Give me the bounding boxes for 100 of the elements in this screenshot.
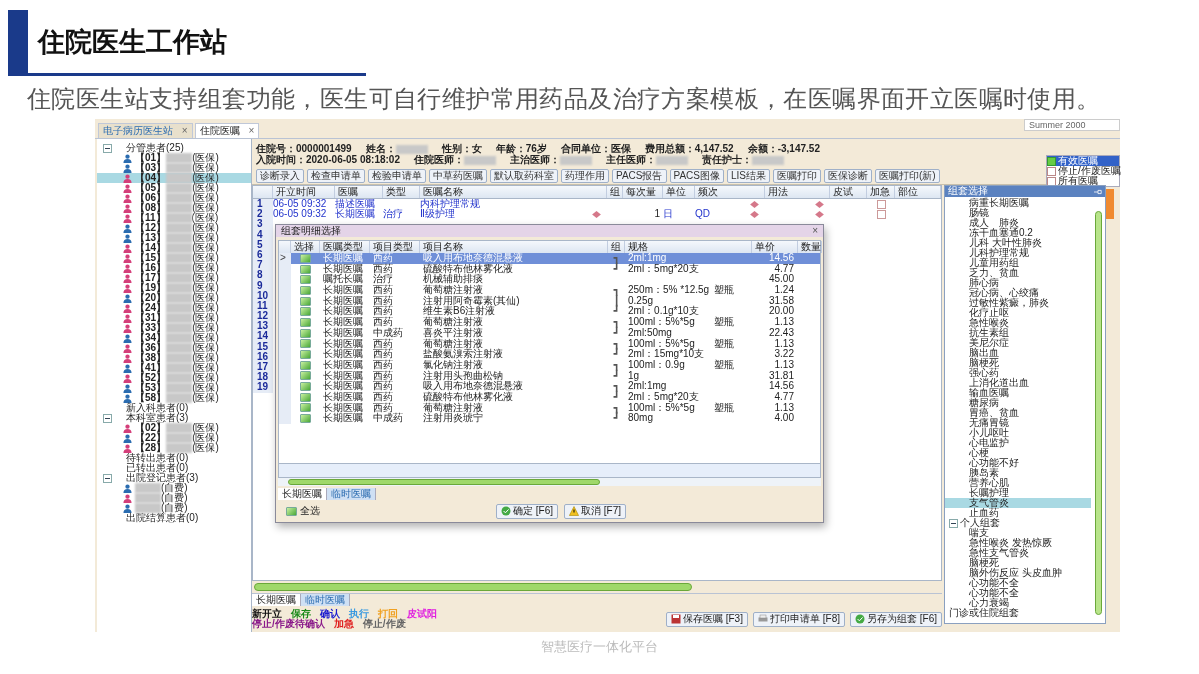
column-header[interactable]: 每次量	[623, 186, 663, 198]
select-all-checkbox[interactable]: 全选	[286, 504, 496, 518]
template-item[interactable]: 强心药	[945, 368, 1091, 378]
patient-item[interactable]: 【01】 (医保)	[97, 153, 251, 163]
tree-group-label[interactable]: 出院登记患者(3)	[126, 473, 199, 483]
patient-item[interactable]: (自费)	[97, 503, 251, 513]
checkbox[interactable]	[300, 328, 311, 338]
template-item[interactable]: 支气管炎	[945, 498, 1091, 508]
template-item[interactable]: 小儿呕吐	[945, 428, 1091, 438]
patient-item[interactable]: 【33】 (医保)	[97, 323, 251, 333]
column-header[interactable]: 部位	[895, 186, 941, 198]
template-item[interactable]: 糖尿病	[945, 398, 1091, 408]
template-item[interactable]: 儿科护理常规	[945, 248, 1091, 258]
toolbar-button[interactable]: PACS图像	[669, 169, 724, 183]
dialog-button[interactable]: 确定 [F6]	[496, 503, 558, 519]
action-button[interactable]: 另存为组套 [F6]	[850, 611, 942, 627]
checkbox[interactable]	[300, 350, 311, 360]
checkbox[interactable]	[1047, 166, 1056, 176]
patient-item[interactable]: 【16】 (医保)	[97, 263, 251, 273]
tab[interactable]: 长期医嘱	[252, 594, 301, 606]
patient-item[interactable]: 【05】 (医保)	[97, 183, 251, 193]
template-item[interactable]: 止血药	[945, 508, 1091, 518]
toolbar-button[interactable]: 医嘱打印(新)	[875, 169, 940, 183]
patient-item[interactable]: 【31】 (医保)	[97, 313, 251, 323]
patient-item[interactable]: 【04】 (医保)	[97, 173, 251, 183]
toolbar-button[interactable]: 医嘱打印	[773, 169, 821, 183]
toolbar-button[interactable]: 检验申请单	[368, 169, 426, 183]
theme-field[interactable]: Summer 2000	[1024, 119, 1120, 131]
column-header[interactable]: 频次	[695, 186, 765, 198]
collapse-icon[interactable]	[103, 413, 112, 423]
column-header[interactable]: 类型	[383, 186, 420, 198]
table-row[interactable]: 长期医嘱 西药 硫酸特布他林雾化液 ┛ 2ml：5mg*20支 4.77	[279, 263, 820, 275]
tab[interactable]: 临时医嘱	[301, 594, 350, 606]
filter-option[interactable]: 有效医嘱	[1047, 156, 1119, 166]
checkbox[interactable]	[300, 317, 311, 327]
column-header[interactable]: 用法	[765, 186, 830, 198]
template-item[interactable]: 美尼尔症	[945, 338, 1091, 348]
checkbox[interactable]	[300, 339, 311, 349]
toolbar-button[interactable]: LIS结果	[727, 169, 770, 183]
patient-item[interactable]: 【11】 (医保)	[97, 213, 251, 223]
filter-option[interactable]: 停止/作废医嘱	[1047, 166, 1119, 176]
template-item[interactable]: 心功能不好	[945, 458, 1091, 468]
template-group[interactable]: 门诊或住院组套	[949, 608, 1019, 618]
patient-item[interactable]: 【12】 (医保)	[97, 223, 251, 233]
template-item[interactable]: 上消化道出血	[945, 378, 1091, 388]
checkbox[interactable]	[876, 199, 886, 209]
column-header[interactable]: 医嘱	[335, 186, 383, 198]
collapse-icon[interactable]	[949, 518, 958, 528]
template-item[interactable]: 心功能不全	[945, 578, 1091, 588]
tab[interactable]: 住院医嘱 ×	[194, 123, 260, 138]
checkbox[interactable]	[300, 403, 311, 413]
template-item[interactable]: 胰岛素	[945, 468, 1091, 478]
template-item[interactable]: 肠镜	[945, 208, 1091, 218]
checkbox[interactable]	[300, 296, 311, 306]
template-item[interactable]: 病重长期医嘱	[945, 198, 1091, 208]
toolbar-button[interactable]: 医保诊断	[824, 169, 872, 183]
checkbox[interactable]	[300, 371, 311, 381]
template-item[interactable]: 乏力、贫血	[945, 268, 1091, 278]
table-row[interactable]: 长期医嘱 中成药 喜炎平注射液 ┛ 2ml:50mg 22.43	[279, 327, 820, 339]
template-item[interactable]: 儿科 大叶性肺炎	[945, 238, 1091, 248]
patient-item[interactable]: 【03】 (医保)	[97, 163, 251, 173]
action-button[interactable]: 保存医嘱 [F3]	[665, 611, 748, 627]
scrollbar[interactable]	[254, 583, 692, 591]
tab[interactable]: 临时医嘱	[327, 488, 376, 500]
toolbar-button[interactable]: PACS报告	[612, 169, 667, 183]
template-item[interactable]: 过敏性紫癜，肺炎	[945, 298, 1091, 308]
patient-item[interactable]: 【41】 (医保)	[97, 363, 251, 373]
patient-item[interactable]: 【08】 (医保)	[97, 203, 251, 213]
collapse-icon[interactable]	[103, 473, 112, 483]
patient-item[interactable]: 【13】 (医保)	[97, 233, 251, 243]
template-item[interactable]: 化疗止呕	[945, 308, 1091, 318]
template-item[interactable]: 急性支气管炎	[945, 548, 1091, 558]
checkbox[interactable]	[300, 414, 311, 424]
tree-group-label[interactable]: 出院结算患者(0)	[126, 513, 199, 523]
template-item[interactable]: 长嘱护理	[945, 488, 1091, 498]
patient-item[interactable]: 【17】 (医保)	[97, 273, 251, 283]
tree-group-label[interactable]: 已转出患者(0)	[126, 463, 189, 473]
tab[interactable]: 长期医嘱	[278, 488, 327, 500]
template-item[interactable]: 喘支	[945, 528, 1091, 538]
template-item[interactable]: 心力衰竭	[945, 598, 1091, 608]
patient-item[interactable]: 【06】 (医保)	[97, 193, 251, 203]
column-header[interactable]: 开立时间	[273, 186, 335, 198]
toolbar-button[interactable]: 检查申请单	[307, 169, 365, 183]
checkbox[interactable]	[300, 275, 311, 285]
tree-group-label[interactable]: 待转出患者(0)	[126, 453, 189, 463]
column-header[interactable]: 医嘱名称	[420, 186, 607, 198]
toolbar-button[interactable]: 诊断录入	[256, 169, 304, 183]
checkbox[interactable]	[876, 209, 886, 219]
template-item[interactable]: 心功能不全	[945, 588, 1091, 598]
tree-group-label[interactable]: 分管患者(25)	[126, 143, 184, 153]
checkbox[interactable]	[300, 285, 311, 295]
checkbox[interactable]	[300, 392, 311, 402]
patient-item[interactable]: 【02】 (医保)	[97, 423, 251, 433]
tab[interactable]: 电子病历医生站 ×	[98, 123, 193, 138]
template-item[interactable]: 抗生素组	[945, 328, 1091, 338]
patient-item[interactable]: 【15】 (医保)	[97, 253, 251, 263]
template-item[interactable]: 成人 肺炎	[945, 218, 1091, 228]
scrollbar[interactable]	[1095, 211, 1102, 615]
toolbar-button[interactable]: 中草药医嘱	[429, 169, 487, 183]
table-row[interactable]: 嘱托长嘱 治疗 机械辅助排痰 45.00	[279, 274, 820, 286]
